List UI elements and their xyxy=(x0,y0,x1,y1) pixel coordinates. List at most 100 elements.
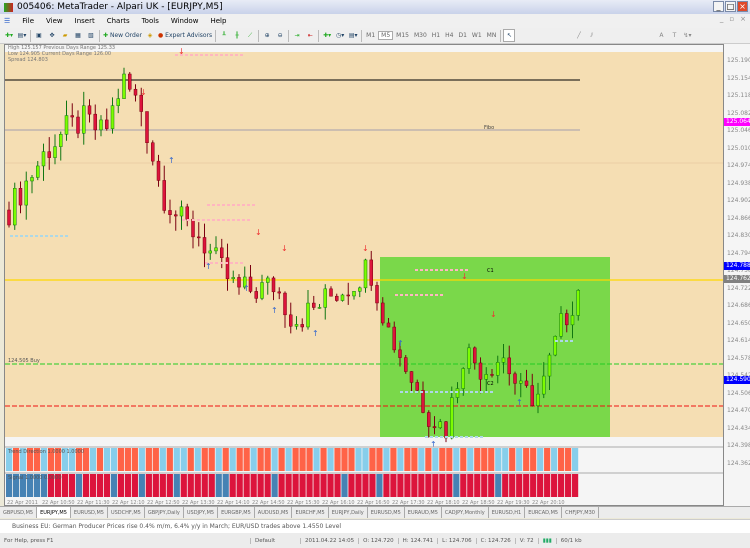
indicator-bar xyxy=(523,474,530,497)
chart-tab[interactable]: EURJPY,M5 xyxy=(37,507,71,518)
chart-tab[interactable]: CHFJPY,M30 xyxy=(562,507,599,518)
timeframe-m30[interactable]: M30 xyxy=(412,32,429,39)
bear-candle xyxy=(312,302,316,308)
indicator-bar xyxy=(89,474,97,497)
timeframe-m5[interactable]: M5 xyxy=(378,31,394,40)
time-tick: 22 Apr 16:50 xyxy=(357,500,390,505)
indicator-bar xyxy=(250,474,257,497)
indicator-bar xyxy=(131,448,138,471)
close-button[interactable]: × xyxy=(737,1,748,12)
indicator-bar xyxy=(257,474,264,497)
bear-candle xyxy=(145,111,149,143)
bear-candle xyxy=(335,295,339,301)
chart-tab[interactable]: EURCAD,M5 xyxy=(525,507,563,518)
chart-tab[interactable]: EURCHF,M5 xyxy=(292,507,329,518)
zoom-out-icon[interactable]: ⊖ xyxy=(274,29,286,42)
cursor-icon[interactable]: ↖ xyxy=(503,29,516,42)
timeframe-w1[interactable]: W1 xyxy=(470,32,484,39)
bear-candle xyxy=(185,206,189,220)
bear-candle xyxy=(524,380,529,386)
trendline-icon[interactable]: ╱ xyxy=(573,29,585,42)
tester-icon[interactable]: ▧ xyxy=(85,29,97,42)
mdi-restore[interactable]: ▫ xyxy=(729,15,734,23)
chart-shift-icon[interactable]: ⇤ xyxy=(304,29,316,42)
indicator-bar xyxy=(327,448,334,471)
indicator-bar xyxy=(313,448,320,471)
templates-icon[interactable]: ▤▾ xyxy=(347,29,359,42)
indicator-bar xyxy=(159,448,166,471)
bull-candle xyxy=(484,374,488,380)
new-order-button[interactable]: ✚ New Order xyxy=(102,29,143,42)
menu-tools[interactable]: Tools xyxy=(142,17,159,25)
indicator-bar xyxy=(404,448,411,471)
bull-candle xyxy=(110,105,115,129)
folder-icon[interactable]: ▰ xyxy=(59,29,71,42)
indicators-icon[interactable]: ✚▾ xyxy=(321,29,333,42)
timeframe-h1[interactable]: H1 xyxy=(430,32,442,39)
chart-tab[interactable]: GBPUSD,M5 xyxy=(0,507,38,518)
menu-help[interactable]: Help xyxy=(210,17,226,25)
chart-tab[interactable]: EURGBP,M5 xyxy=(218,507,255,518)
arrows-icon[interactable]: ↯▾ xyxy=(681,29,693,42)
periods-icon[interactable]: ◷▾ xyxy=(334,29,346,42)
news-ticker[interactable]: Business EU: German Producer Prices rise… xyxy=(0,519,750,533)
indicator-bar xyxy=(138,448,145,471)
menu-insert[interactable]: Insert xyxy=(75,17,95,25)
indicator-bar xyxy=(530,448,537,471)
maximize-button[interactable]: □ xyxy=(725,1,736,12)
minimize-button[interactable]: _ xyxy=(713,1,724,12)
chart-tab[interactable]: AUDUSD,M5 xyxy=(255,507,293,518)
profiles-icon[interactable]: ▤▾ xyxy=(16,29,28,42)
chart-window[interactable]: ↓ ↓ ↓ ↓ ↓ ↓ ↓ ↑ ↑ ↑ ↑ ↑ ↑ ↑ ↑ 22 Apr 2011 22 Apr 10:50 22… xyxy=(4,44,724,506)
status-close: C: 124.726 xyxy=(475,537,515,544)
price-chart[interactable]: ↓↓↓↓ ↓↓↓↑↑↑↑↑↑↑↑22 Apr 2011 22 Apr 10:50 22… xyxy=(5,45,723,505)
indicator-bar xyxy=(229,474,236,497)
chart-tab[interactable]: USDJPY,M5 xyxy=(184,507,219,518)
indicator-bar xyxy=(117,474,124,497)
timeframe-d1[interactable]: D1 xyxy=(456,32,468,39)
chart-tab[interactable]: USDCHF,M5 xyxy=(108,507,145,518)
chart-tab[interactable]: EURUSD,H1 xyxy=(489,507,526,518)
range-box xyxy=(380,257,610,437)
label-icon[interactable]: T xyxy=(668,29,680,42)
bar-chart-icon[interactable]: ╨ xyxy=(218,29,230,42)
expert-advisors-button[interactable]: ● Expert Advisors xyxy=(157,29,213,42)
navigator-icon[interactable]: ✥ xyxy=(46,29,58,42)
timeframe-h4[interactable]: H4 xyxy=(443,32,455,39)
menu-view[interactable]: View xyxy=(46,17,63,25)
line-chart-icon[interactable]: ⟋ xyxy=(244,29,256,42)
channel-icon[interactable]: ⫽ xyxy=(586,29,598,42)
chart-tab[interactable]: EURAUD,M5 xyxy=(405,507,442,518)
chart-tab[interactable]: GBPJPY,Daily xyxy=(145,507,184,518)
indicator-bar xyxy=(446,474,453,497)
chart-tab[interactable]: EURUSD,M5 xyxy=(71,507,108,518)
zoom-in-icon[interactable]: ⊕ xyxy=(261,29,273,42)
buy-level-label: 124.505 Buy xyxy=(8,358,40,364)
indicator-bar xyxy=(488,448,495,471)
status-bar: For Help, press F1 Default 2011.04.22 14… xyxy=(0,533,750,548)
text-icon[interactable]: A xyxy=(655,29,667,42)
chart-tab[interactable]: EURJPY,Daily xyxy=(329,507,368,518)
indicator-bar xyxy=(376,474,383,497)
indicator-bar xyxy=(509,448,516,471)
bull-candle xyxy=(323,288,327,308)
new-chart-icon[interactable]: ✚▾ xyxy=(3,29,15,42)
bull-candle xyxy=(363,259,368,289)
bear-candle xyxy=(507,357,511,375)
menu-file[interactable]: File xyxy=(22,17,34,25)
autoscroll-icon[interactable]: ⇥ xyxy=(291,29,303,42)
timeframe-m15[interactable]: M15 xyxy=(394,32,411,39)
market-watch-icon[interactable]: ▣ xyxy=(33,29,45,42)
mdi-close[interactable]: × xyxy=(740,15,746,23)
chart-tab[interactable]: EURUSD,M5 xyxy=(368,507,405,518)
timeframe-m1[interactable]: M1 xyxy=(364,32,377,39)
terminal-icon[interactable]: ▦ xyxy=(72,29,84,42)
metaeditor-icon[interactable]: ◈ xyxy=(144,29,156,42)
timeframe-mn[interactable]: MN xyxy=(485,32,499,39)
menu-charts[interactable]: Charts xyxy=(107,17,130,25)
menu-window[interactable]: Window xyxy=(171,17,199,25)
chart-tab[interactable]: CADJPY,Monthly xyxy=(442,507,489,518)
candle-chart-icon[interactable]: ╫ xyxy=(231,29,243,42)
mdi-minimize[interactable]: _ xyxy=(720,15,724,23)
bear-candle xyxy=(473,347,477,364)
